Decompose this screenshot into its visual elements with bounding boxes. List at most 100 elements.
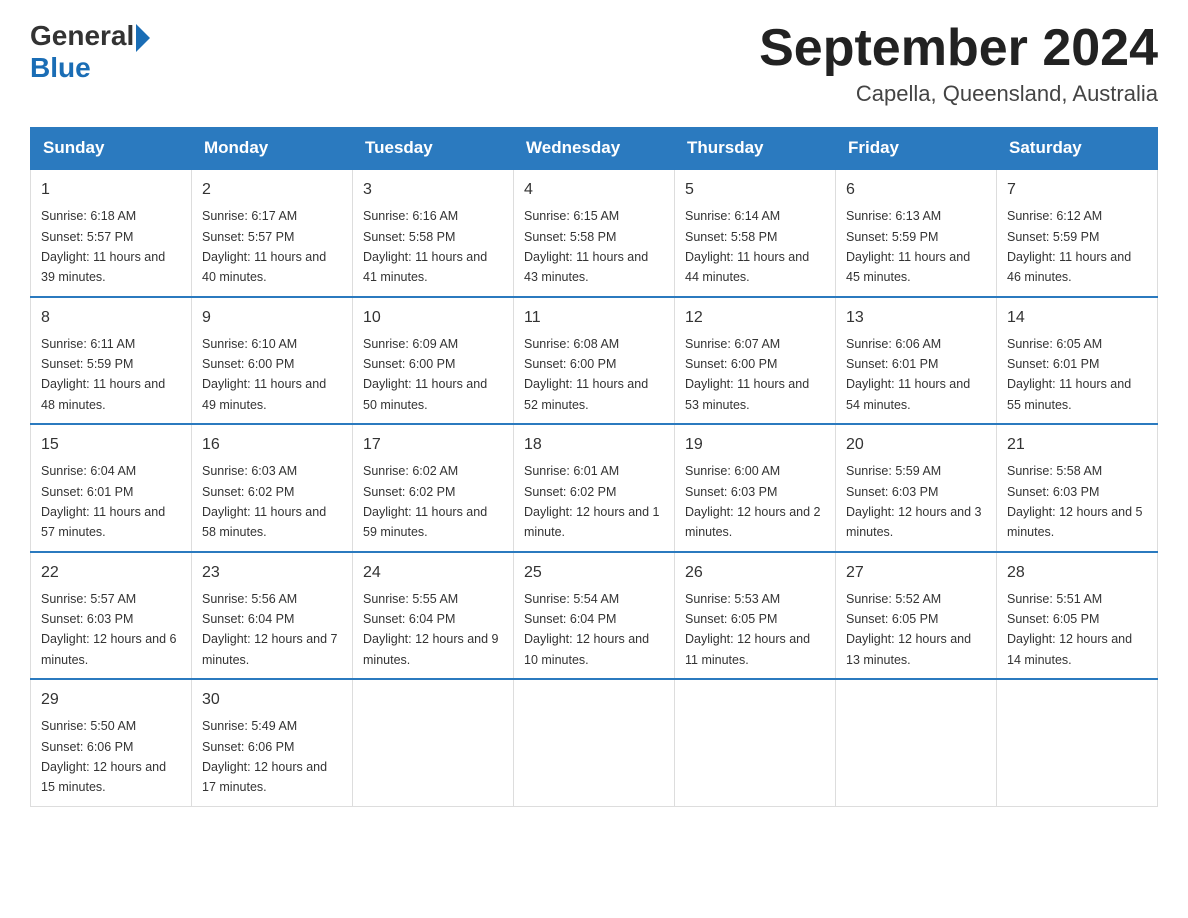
cell-info: Sunrise: 6:00 AMSunset: 6:03 PMDaylight:… — [685, 464, 821, 539]
cell-info: Sunrise: 6:13 AMSunset: 5:59 PMDaylight:… — [846, 209, 970, 284]
cell-info: Sunrise: 6:04 AMSunset: 6:01 PMDaylight:… — [41, 464, 165, 539]
day-number: 5 — [685, 178, 825, 202]
day-header-wednesday: Wednesday — [514, 128, 675, 170]
cell-info: Sunrise: 6:06 AMSunset: 6:01 PMDaylight:… — [846, 337, 970, 412]
calendar-cell: 17 Sunrise: 6:02 AMSunset: 6:02 PMDayligh… — [353, 424, 514, 552]
calendar-cell: 14 Sunrise: 6:05 AMSunset: 6:01 PMDayligh… — [997, 297, 1158, 425]
day-header-thursday: Thursday — [675, 128, 836, 170]
calendar-cell: 3Sunrise: 6:16 AMSunset: 5:58 PMDaylight… — [353, 169, 514, 297]
day-number: 23 — [202, 561, 342, 585]
calendar-cell: 29 Sunrise: 5:50 AMSunset: 6:06 PMDayligh… — [31, 679, 192, 806]
calendar-cell: 21Sunrise: 5:58 AMSunset: 6:03 PMDayligh… — [997, 424, 1158, 552]
calendar-cell: 7 Sunrise: 6:12 AMSunset: 5:59 PMDaylight… — [997, 169, 1158, 297]
calendar-cell: 19 Sunrise: 6:00 AMSunset: 6:03 PMDayligh… — [675, 424, 836, 552]
day-header-friday: Friday — [836, 128, 997, 170]
calendar-cell: 8 Sunrise: 6:11 AMSunset: 5:59 PMDaylight… — [31, 297, 192, 425]
cell-info: Sunrise: 6:03 AMSunset: 6:02 PMDaylight:… — [202, 464, 326, 539]
day-number: 13 — [846, 306, 986, 330]
calendar-cell: 15 Sunrise: 6:04 AMSunset: 6:01 PMDayligh… — [31, 424, 192, 552]
calendar-week-row: 29 Sunrise: 5:50 AMSunset: 6:06 PMDayligh… — [31, 679, 1158, 806]
cell-info: Sunrise: 6:15 AMSunset: 5:58 PMDaylight:… — [524, 209, 648, 284]
cell-info: Sunrise: 5:53 AMSunset: 6:05 PMDaylight:… — [685, 592, 810, 667]
day-number: 22 — [41, 561, 181, 585]
day-number: 15 — [41, 433, 181, 457]
cell-info: Sunrise: 6:12 AMSunset: 5:59 PMDaylight:… — [1007, 209, 1131, 284]
calendar-cell: 28 Sunrise: 5:51 AMSunset: 6:05 PMDayligh… — [997, 552, 1158, 680]
day-number: 9 — [202, 306, 342, 330]
calendar-cell: 13 Sunrise: 6:06 AMSunset: 6:01 PMDayligh… — [836, 297, 997, 425]
calendar-cell: 26 Sunrise: 5:53 AMSunset: 6:05 PMDayligh… — [675, 552, 836, 680]
calendar-cell: 22 Sunrise: 5:57 AMSunset: 6:03 PMDayligh… — [31, 552, 192, 680]
logo-blue-text: Blue — [30, 52, 150, 84]
calendar-cell: 27 Sunrise: 5:52 AMSunset: 6:05 PMDayligh… — [836, 552, 997, 680]
cell-info: Sunrise: 5:52 AMSunset: 6:05 PMDaylight:… — [846, 592, 971, 667]
day-number: 26 — [685, 561, 825, 585]
day-number: 20 — [846, 433, 986, 457]
day-number: 28 — [1007, 561, 1147, 585]
cell-info: Sunrise: 5:54 AMSunset: 6:04 PMDaylight:… — [524, 592, 649, 667]
cell-info: Sunrise: 6:18 AMSunset: 5:57 PMDaylight:… — [41, 209, 165, 284]
day-number: 17 — [363, 433, 503, 457]
day-number: 1 — [41, 178, 181, 202]
calendar-cell: 2 Sunrise: 6:17 AMSunset: 5:57 PMDaylight… — [192, 169, 353, 297]
cell-info: Sunrise: 6:08 AMSunset: 6:00 PMDaylight:… — [524, 337, 648, 412]
calendar-cell — [836, 679, 997, 806]
calendar-cell: 9Sunrise: 6:10 AMSunset: 6:00 PMDaylight… — [192, 297, 353, 425]
day-number: 25 — [524, 561, 664, 585]
calendar-cell: 11Sunrise: 6:08 AMSunset: 6:00 PMDayligh… — [514, 297, 675, 425]
cell-info: Sunrise: 6:07 AMSunset: 6:00 PMDaylight:… — [685, 337, 809, 412]
calendar-week-row: 22 Sunrise: 5:57 AMSunset: 6:03 PMDayligh… — [31, 552, 1158, 680]
day-number: 29 — [41, 688, 181, 712]
cell-info: Sunrise: 5:49 AMSunset: 6:06 PMDaylight:… — [202, 719, 327, 794]
calendar-week-row: 8 Sunrise: 6:11 AMSunset: 5:59 PMDaylight… — [31, 297, 1158, 425]
day-number: 19 — [685, 433, 825, 457]
calendar-table: SundayMondayTuesdayWednesdayThursdayFrid… — [30, 127, 1158, 807]
calendar-week-row: 15 Sunrise: 6:04 AMSunset: 6:01 PMDayligh… — [31, 424, 1158, 552]
calendar-cell — [997, 679, 1158, 806]
calendar-cell: 30Sunrise: 5:49 AMSunset: 6:06 PMDayligh… — [192, 679, 353, 806]
cell-info: Sunrise: 5:59 AMSunset: 6:03 PMDaylight:… — [846, 464, 982, 539]
day-number: 8 — [41, 306, 181, 330]
calendar-cell: 25 Sunrise: 5:54 AMSunset: 6:04 PMDayligh… — [514, 552, 675, 680]
cell-info: Sunrise: 5:50 AMSunset: 6:06 PMDaylight:… — [41, 719, 166, 794]
logo-triangle-icon — [136, 24, 150, 52]
cell-info: Sunrise: 5:51 AMSunset: 6:05 PMDaylight:… — [1007, 592, 1132, 667]
day-number: 2 — [202, 178, 342, 202]
cell-info: Sunrise: 6:17 AMSunset: 5:57 PMDaylight:… — [202, 209, 326, 284]
calendar-cell: 1 Sunrise: 6:18 AMSunset: 5:57 PMDaylight… — [31, 169, 192, 297]
cell-info: Sunrise: 5:58 AMSunset: 6:03 PMDaylight:… — [1007, 464, 1143, 539]
title-section: September 2024 Capella, Queensland, Aust… — [759, 20, 1158, 107]
cell-info: Sunrise: 6:05 AMSunset: 6:01 PMDaylight:… — [1007, 337, 1131, 412]
calendar-cell: 10 Sunrise: 6:09 AMSunset: 6:00 PMDayligh… — [353, 297, 514, 425]
calendar-cell: 16Sunrise: 6:03 AMSunset: 6:02 PMDayligh… — [192, 424, 353, 552]
calendar-cell: 4Sunrise: 6:15 AMSunset: 5:58 PMDaylight… — [514, 169, 675, 297]
day-number: 7 — [1007, 178, 1147, 202]
calendar-header-row: SundayMondayTuesdayWednesdayThursdayFrid… — [31, 128, 1158, 170]
cell-info: Sunrise: 6:01 AMSunset: 6:02 PMDaylight:… — [524, 464, 660, 539]
calendar-cell: 5Sunrise: 6:14 AMSunset: 5:58 PMDaylight… — [675, 169, 836, 297]
day-number: 6 — [846, 178, 986, 202]
day-number: 10 — [363, 306, 503, 330]
day-header-sunday: Sunday — [31, 128, 192, 170]
day-header-tuesday: Tuesday — [353, 128, 514, 170]
calendar-cell — [353, 679, 514, 806]
location-subtitle: Capella, Queensland, Australia — [759, 81, 1158, 107]
day-number: 27 — [846, 561, 986, 585]
page-header: General Blue September 2024 Capella, Que… — [30, 20, 1158, 107]
logo-general-text: General — [30, 20, 134, 52]
cell-info: Sunrise: 5:57 AMSunset: 6:03 PMDaylight:… — [41, 592, 177, 667]
logo: General Blue — [30, 20, 150, 84]
month-year-title: September 2024 — [759, 20, 1158, 77]
day-header-saturday: Saturday — [997, 128, 1158, 170]
calendar-cell: 24Sunrise: 5:55 AMSunset: 6:04 PMDayligh… — [353, 552, 514, 680]
day-number: 14 — [1007, 306, 1147, 330]
cell-info: Sunrise: 6:02 AMSunset: 6:02 PMDaylight:… — [363, 464, 487, 539]
calendar-cell: 20 Sunrise: 5:59 AMSunset: 6:03 PMDayligh… — [836, 424, 997, 552]
cell-info: Sunrise: 6:16 AMSunset: 5:58 PMDaylight:… — [363, 209, 487, 284]
cell-info: Sunrise: 6:11 AMSunset: 5:59 PMDaylight:… — [41, 337, 165, 412]
calendar-cell: 6 Sunrise: 6:13 AMSunset: 5:59 PMDaylight… — [836, 169, 997, 297]
cell-info: Sunrise: 6:09 AMSunset: 6:00 PMDaylight:… — [363, 337, 487, 412]
day-header-monday: Monday — [192, 128, 353, 170]
calendar-cell: 18Sunrise: 6:01 AMSunset: 6:02 PMDayligh… — [514, 424, 675, 552]
calendar-cell: 12Sunrise: 6:07 AMSunset: 6:00 PMDayligh… — [675, 297, 836, 425]
